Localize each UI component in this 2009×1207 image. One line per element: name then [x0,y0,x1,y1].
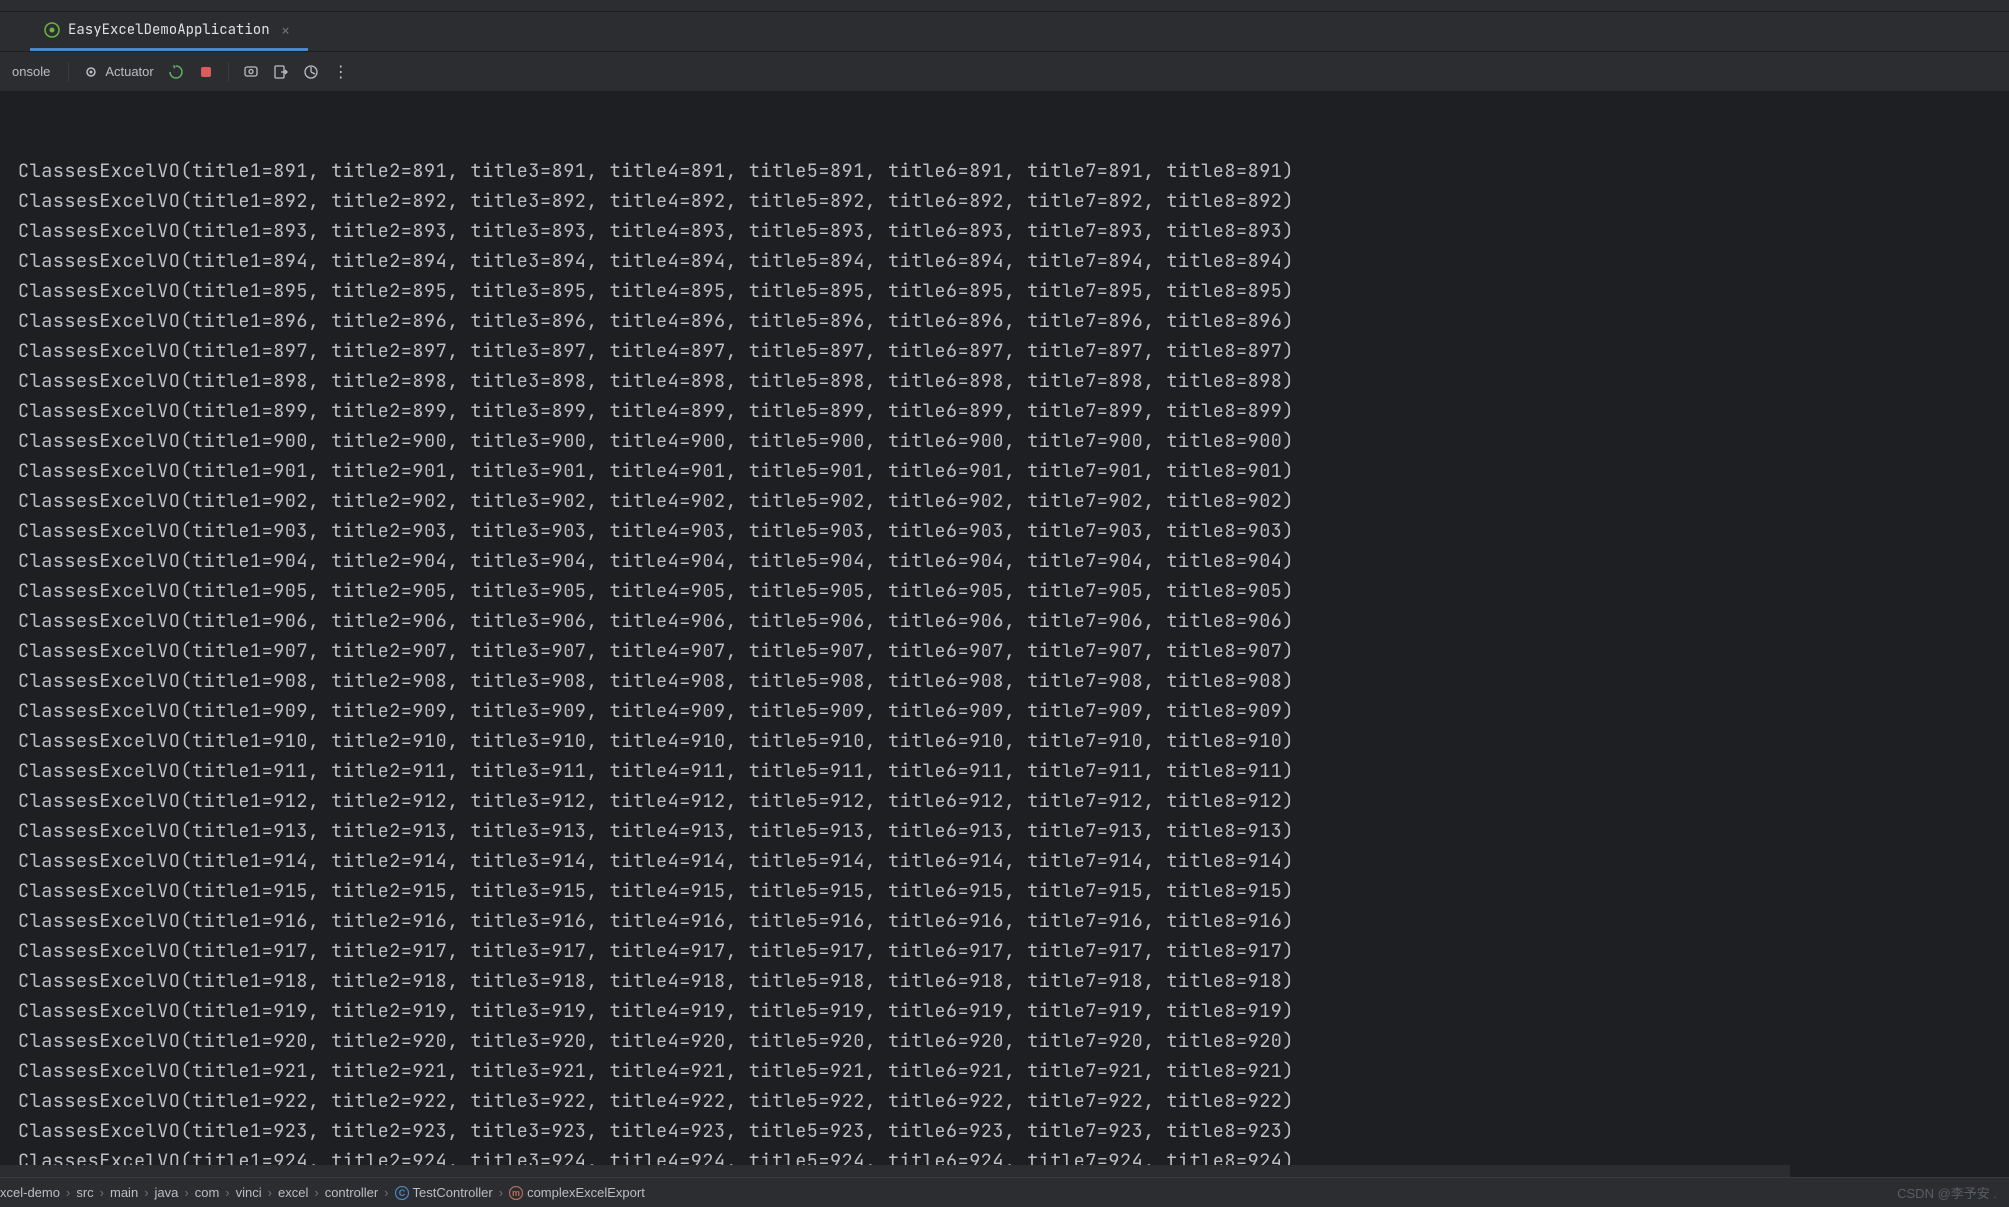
svg-text:m: m [512,1188,520,1198]
console-line: ClassesExcelVO(title1=900, title2=900, t… [18,426,2009,456]
breadcrumb-label: excel [278,1185,308,1200]
svg-text:C: C [398,1188,405,1198]
console-line: ClassesExcelVO(title1=897, title2=897, t… [18,336,2009,366]
console-line: ClassesExcelVO(title1=912, title2=912, t… [18,786,2009,816]
actuator-label: Actuator [105,64,153,79]
console-line: ClassesExcelVO(title1=894, title2=894, t… [18,246,2009,276]
chevron-right-icon: › [182,1185,190,1200]
run-toolbar: onsole Actuator ⋮ [0,52,2009,92]
console-line: ClassesExcelVO(title1=891, title2=891, t… [18,156,2009,186]
actuator-icon [83,64,99,80]
console-line: ClassesExcelVO(title1=919, title2=919, t… [18,996,2009,1026]
chevron-right-icon: › [312,1185,320,1200]
console-line: ClassesExcelVO(title1=898, title2=898, t… [18,366,2009,396]
rerun-button[interactable] [168,64,184,80]
console-line: ClassesExcelVO(title1=918, title2=918, t… [18,966,2009,996]
console-line: ClassesExcelVO(title1=908, title2=908, t… [18,666,2009,696]
breadcrumb-label: controller [325,1185,378,1200]
console-line: ClassesExcelVO(title1=896, title2=896, t… [18,306,2009,336]
console-line: ClassesExcelVO(title1=902, title2=902, t… [18,486,2009,516]
chevron-right-icon: › [64,1185,72,1200]
breadcrumb-label: java [155,1185,179,1200]
breadcrumb-label: vinci [236,1185,262,1200]
chevron-right-icon: › [497,1185,505,1200]
console-line: ClassesExcelVO(title1=907, title2=907, t… [18,636,2009,666]
console-line: ClassesExcelVO(title1=910, title2=910, t… [18,726,2009,756]
console-line: ClassesExcelVO(title1=915, title2=915, t… [18,876,2009,906]
console-line: ClassesExcelVO(title1=922, title2=922, t… [18,1086,2009,1116]
breadcrumb-item[interactable]: controller [325,1185,378,1200]
breadcrumb-label: src [76,1185,93,1200]
console-output[interactable]: ClassesExcelVO(title1=891, title2=891, t… [0,92,2009,1177]
console-line: ClassesExcelVO(title1=909, title2=909, t… [18,696,2009,726]
breadcrumb-item[interactable]: java [155,1185,179,1200]
console-line: ClassesExcelVO(title1=914, title2=914, t… [18,846,2009,876]
console-line: ClassesExcelVO(title1=903, title2=903, t… [18,516,2009,546]
profile-button[interactable] [303,64,319,80]
breadcrumb-item[interactable]: vinci [236,1185,262,1200]
chevron-right-icon: › [223,1185,231,1200]
exit-button[interactable] [273,64,289,80]
console-line: ClassesExcelVO(title1=899, title2=899, t… [18,396,2009,426]
console-line: ClassesExcelVO(title1=916, title2=916, t… [18,906,2009,936]
console-line: ClassesExcelVO(title1=913, title2=913, t… [18,816,2009,846]
console-line: ClassesExcelVO(title1=905, title2=905, t… [18,576,2009,606]
console-line: ClassesExcelVO(title1=893, title2=893, t… [18,216,2009,246]
stop-button[interactable] [198,64,214,80]
tab-label: EasyExcelDemoApplication [68,21,270,39]
breadcrumb-item[interactable]: xcel-demo [0,1185,60,1200]
breadcrumb-label: xcel-demo [0,1185,60,1200]
breadcrumb-item[interactable]: excel [278,1185,308,1200]
separator [68,62,69,82]
console-line: ClassesExcelVO(title1=901, title2=901, t… [18,456,2009,486]
console-line: ClassesExcelVO(title1=921, title2=921, t… [18,1056,2009,1086]
console-line: ClassesExcelVO(title1=923, title2=923, t… [18,1116,2009,1146]
breadcrumb-item[interactable]: src [76,1185,93,1200]
class-icon: C [395,1186,409,1200]
breadcrumb-label: main [110,1185,138,1200]
console-line: ClassesExcelVO(title1=906, title2=906, t… [18,606,2009,636]
breadcrumb-item[interactable]: com [195,1185,220,1200]
status-bar: xcel-demo›src›main›java›com›vinci›excel›… [0,1177,2009,1207]
console-line: ClassesExcelVO(title1=895, title2=895, t… [18,276,2009,306]
console-line: ClassesExcelVO(title1=920, title2=920, t… [18,1026,2009,1056]
scrollbar-horizontal[interactable] [0,1165,1790,1177]
console-line: ClassesExcelVO(title1=904, title2=904, t… [18,546,2009,576]
breadcrumb-item[interactable]: main [110,1185,138,1200]
breadcrumb[interactable]: xcel-demo›src›main›java›com›vinci›excel›… [0,1185,645,1200]
console-line: ClassesExcelVO(title1=911, title2=911, t… [18,756,2009,786]
breadcrumb-label: complexExcelExport [527,1185,645,1200]
breadcrumb-label: com [195,1185,220,1200]
top-hidden-bar [0,0,2009,12]
tab-bar: EasyExcelDemoApplication × [0,12,2009,52]
console-tab[interactable]: onsole [8,64,54,79]
chevron-right-icon: › [142,1185,150,1200]
watermark: CSDN @李予安 . [1897,1183,1997,1202]
breadcrumb-label: TestController [413,1185,493,1200]
more-button[interactable]: ⋮ [333,64,349,80]
console-line: ClassesExcelVO(title1=917, title2=917, t… [18,936,2009,966]
separator [228,62,229,82]
run-tab[interactable]: EasyExcelDemoApplication × [30,12,308,51]
breadcrumb-item[interactable]: C TestController [395,1185,493,1200]
thread-dump-button[interactable] [243,64,259,80]
chevron-right-icon: › [98,1185,106,1200]
console-line: ClassesExcelVO(title1=892, title2=892, t… [18,186,2009,216]
chevron-right-icon: › [382,1185,390,1200]
method-icon: m [509,1186,523,1200]
close-icon[interactable]: × [278,20,294,41]
breadcrumb-item[interactable]: m complexExcelExport [509,1185,645,1200]
chevron-right-icon: › [266,1185,274,1200]
spring-boot-icon [44,22,60,38]
actuator-tab[interactable]: Actuator [83,64,153,80]
